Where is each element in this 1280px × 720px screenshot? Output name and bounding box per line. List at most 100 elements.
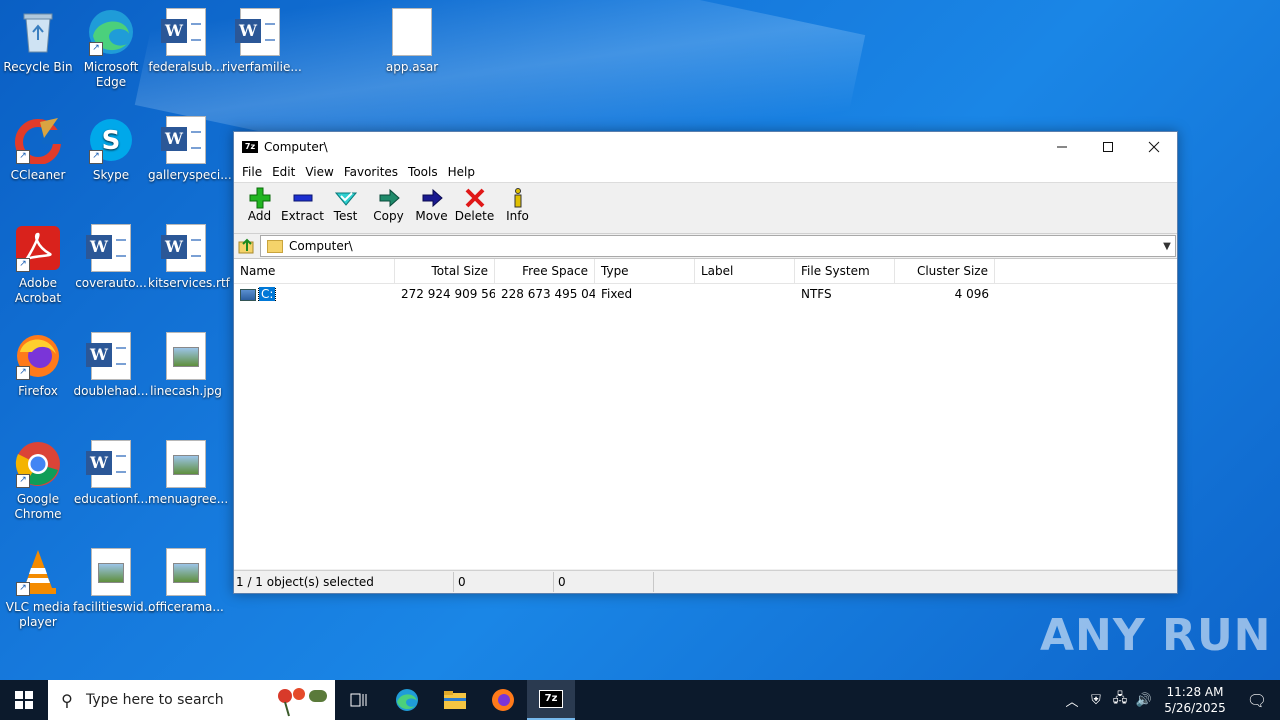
system-tray: ︿ ⛨ 🖧 🔊 11:28 AM 5/26/2025 🗨 — [1060, 680, 1280, 720]
cell-type: Fixed — [601, 287, 633, 301]
edge-icon — [396, 689, 418, 711]
desktop-icon-label: CCleaner — [10, 168, 66, 182]
svg-text:S: S — [102, 126, 121, 156]
desktop-icon-recycle-bin[interactable]: Recycle Bin — [0, 8, 76, 75]
image-file-icon — [166, 548, 206, 596]
desktop-icon-doublehad[interactable]: W doublehad... — [73, 332, 149, 399]
desktop-icon-adobe-acrobat[interactable]: ↗ Adobe Acrobat — [0, 224, 76, 306]
extract-button[interactable]: Extract — [281, 183, 324, 233]
taskbar-edge[interactable] — [383, 680, 431, 720]
status-selection: 1 / 1 object(s) selected — [234, 572, 454, 592]
minimize-button[interactable] — [1039, 132, 1085, 161]
menu-edit[interactable]: Edit — [267, 165, 300, 179]
move-button[interactable]: Move — [410, 183, 453, 233]
column-header-type[interactable]: Type — [595, 259, 695, 283]
folder-up-icon — [238, 238, 254, 254]
folder-up-button[interactable] — [234, 235, 260, 257]
menu-view[interactable]: View — [300, 165, 338, 179]
address-path: Computer\ — [289, 239, 353, 253]
desktop-icon-microsoft-edge[interactable]: ↗ Microsoft Edge — [73, 8, 149, 90]
file-list[interactable]: Name Total Size Free Space Type Label Fi… — [234, 259, 1177, 569]
add-button[interactable]: Add — [238, 183, 281, 233]
cell-file-system: NTFS — [801, 287, 832, 301]
delete-button[interactable]: Delete — [453, 183, 496, 233]
shortcut-arrow-icon: ↗ — [16, 150, 30, 164]
desktop-icon-label: riverfamilie... — [222, 60, 302, 74]
taskbar-7zip[interactable]: 7z — [527, 680, 575, 720]
column-header-file-system[interactable]: File System — [795, 259, 895, 283]
desktop-icon-ccleaner[interactable]: ↗ CCleaner — [0, 116, 76, 183]
menu-help[interactable]: Help — [443, 165, 480, 179]
taskbar-search-box[interactable]: ⚲ Type here to search — [48, 680, 335, 720]
column-header-name[interactable]: Name — [234, 259, 395, 283]
desktop-icon-label: facilitieswid... — [73, 600, 156, 614]
copy-button[interactable]: Copy — [367, 183, 410, 233]
shortcut-arrow-icon: ↗ — [16, 582, 30, 596]
7zip-file-manager-window[interactable]: 7z Computer\ File Edit View Favorites To… — [233, 131, 1178, 594]
maximize-icon — [1103, 141, 1113, 152]
desktop-icon-label: doublehad... — [73, 384, 149, 398]
desktop-icon-facilitieswid[interactable]: facilitieswid... — [73, 548, 156, 615]
taskbar-firefox[interactable] — [479, 680, 527, 720]
windows-logo-icon — [15, 691, 33, 709]
firefox-icon — [492, 689, 514, 711]
test-button[interactable]: Test — [324, 183, 367, 233]
menu-favorites[interactable]: Favorites — [339, 165, 403, 179]
desktop-icon-federalsub[interactable]: W federalsub... — [148, 8, 224, 75]
desktop-icon-label: linecash.jpg — [150, 384, 222, 398]
folder-icon — [444, 691, 466, 709]
desktop-icon-label: officerama... — [148, 600, 224, 614]
desktop-icon-menuagree[interactable]: menuagree... — [148, 440, 228, 507]
desktop-icon-coverauto[interactable]: W coverauto... — [73, 224, 149, 291]
column-header-total-size[interactable]: Total Size — [395, 259, 495, 283]
word-document-icon: W — [161, 8, 206, 56]
volume-icon[interactable]: 🔊 — [1132, 693, 1156, 708]
info-button[interactable]: Info — [496, 183, 539, 233]
notification-icon[interactable]: 🗨 — [1234, 691, 1280, 710]
desktop-icon-app-asar[interactable]: app.asar — [374, 8, 450, 75]
address-combo[interactable]: Computer\ ▼ — [260, 235, 1176, 257]
column-header-free-space[interactable]: Free Space — [495, 259, 595, 283]
skype-icon: S ↗ — [87, 116, 135, 164]
address-bar: Computer\ ▼ — [234, 234, 1177, 259]
table-row[interactable]: C: 272 924 909 568 228 673 495 040 Fixed… — [234, 284, 1177, 304]
blank-file-icon — [392, 8, 432, 56]
column-header-cluster-size[interactable]: Cluster Size — [895, 259, 995, 283]
maximize-button[interactable] — [1085, 132, 1131, 161]
desktop-icon-educationf[interactable]: W educationf... — [73, 440, 149, 507]
word-document-icon: W — [161, 224, 206, 272]
security-icon[interactable]: ⛨ — [1084, 693, 1108, 708]
desktop-icon-officerama[interactable]: officerama... — [148, 548, 224, 615]
column-header-label[interactable]: Label — [695, 259, 795, 283]
title-bar[interactable]: 7z Computer\ — [234, 132, 1177, 161]
desktop-icon-riverfamilie[interactable]: W riverfamilie... — [222, 8, 302, 75]
desktop-icon-kitservices[interactable]: W kitservices.rtf — [148, 224, 230, 291]
chevron-up-icon[interactable]: ︿ — [1060, 691, 1084, 710]
shortcut-arrow-icon: ↗ — [16, 366, 30, 380]
clock[interactable]: 11:28 AM 5/26/2025 — [1156, 684, 1234, 716]
word-document-icon: W — [86, 440, 131, 488]
chevron-down-icon[interactable]: ▼ — [1159, 241, 1175, 252]
search-placeholder: Type here to search — [86, 692, 224, 708]
desktop-icon-google-chrome[interactable]: ↗ Google Chrome — [0, 440, 76, 522]
desktop-icon-label: Adobe Acrobat — [14, 276, 62, 305]
desktop-icon-label: federalsub... — [148, 60, 224, 74]
close-button[interactable] — [1131, 132, 1177, 161]
start-button[interactable] — [0, 680, 48, 720]
menu-file[interactable]: File — [237, 165, 267, 179]
desktop-icon-linecash[interactable]: linecash.jpg — [148, 332, 224, 399]
desktop-icon-galleryspeci[interactable]: W galleryspeci... — [148, 116, 232, 183]
task-view-button[interactable] — [335, 680, 383, 720]
plus-icon — [248, 187, 272, 209]
desktop-icon-skype[interactable]: S ↗ Skype — [73, 116, 149, 183]
edge-icon: ↗ — [87, 8, 135, 56]
copy-arrow-icon — [377, 187, 401, 209]
drive-name[interactable]: C: — [257, 287, 277, 301]
network-icon[interactable]: 🖧 — [1108, 689, 1132, 711]
cell-cluster-size: 4 096 — [954, 287, 989, 301]
desktop-icon-vlc[interactable]: ↗ VLC media player — [0, 548, 76, 630]
word-document-icon: W — [86, 332, 131, 380]
menu-tools[interactable]: Tools — [403, 165, 443, 179]
taskbar-file-explorer[interactable] — [431, 680, 479, 720]
desktop-icon-firefox[interactable]: ↗ Firefox — [0, 332, 76, 399]
